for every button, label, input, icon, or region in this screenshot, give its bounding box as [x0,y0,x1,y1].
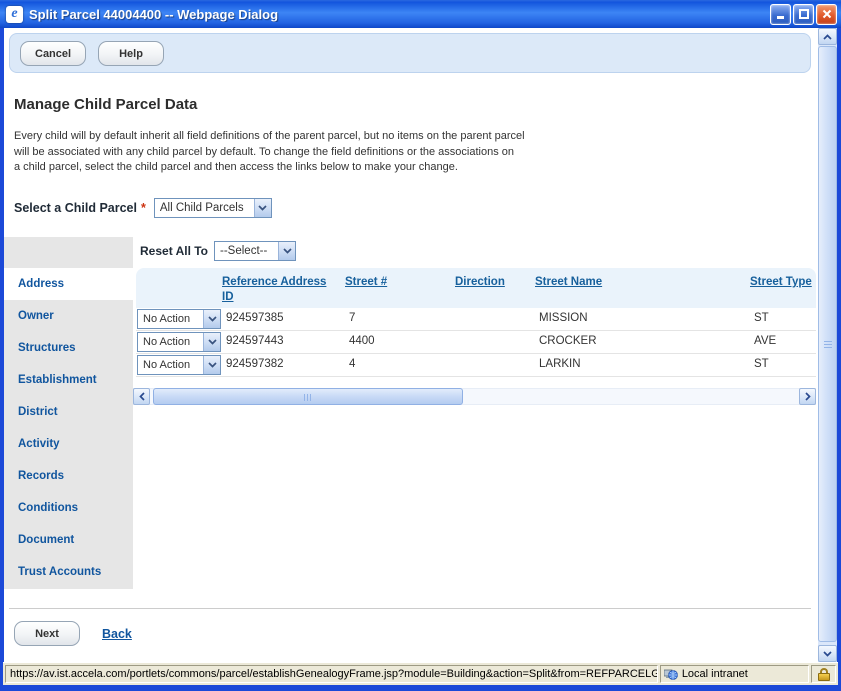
next-button[interactable]: Next [14,621,80,646]
sidebar-item-establishment[interactable]: Establishment [4,364,133,396]
scroll-thumb-grip [304,394,312,401]
description-line: a child parcel, select the child parcel … [14,160,614,176]
cell-street-type: ST [754,358,769,370]
cell-street-name: CROCKER [539,335,597,347]
scroll-up-button[interactable] [818,28,837,45]
table-row: No Action 924597443 4400 CROCKER AVE [136,331,816,354]
scroll-down-icon [823,651,832,657]
description-line: Every child will by default inherit all … [14,129,614,145]
sidebar-item-document[interactable]: Document [4,524,133,556]
close-icon [822,9,832,19]
maximize-button[interactable] [793,4,814,25]
scroll-up-icon [823,34,832,40]
minimize-icon [776,9,786,19]
cell-street-type: AVE [754,335,776,347]
scroll-thumb-grip [824,340,832,348]
sidebar-item-activity[interactable]: Activity [4,428,133,460]
scroll-left-icon [139,392,145,401]
help-button[interactable]: Help [98,41,164,66]
back-link[interactable]: Back [102,627,132,641]
column-header-street-number[interactable]: Street # [345,275,445,290]
vertical-scroll-thumb[interactable] [818,46,837,642]
cell-street-name: MISSION [539,312,588,324]
column-header-direction[interactable]: Direction [455,275,535,290]
scroll-left-button[interactable] [133,388,150,405]
address-table-header: Reference Address ID Street # Direction … [136,268,816,308]
internet-explorer-icon: e [6,6,23,23]
dropdown-arrow-icon [203,333,220,351]
cell-street-number: 7 [349,312,355,324]
dialog-content: Cancel Help Manage Child Parcel Data Eve… [4,28,818,662]
minimize-button[interactable] [770,4,791,25]
status-bar: https://av.ist.accela.com/portlets/commo… [3,662,838,685]
description-text: Every child will by default inherit all … [14,129,614,176]
dropdown-arrow-icon [254,199,271,217]
horizontal-scroll-thumb[interactable] [153,388,463,405]
required-marker: * [141,201,146,215]
scroll-down-button[interactable] [818,645,837,662]
table-row: No Action 924597385 7 MISSION ST [136,308,816,331]
reset-all-row: Reset All To --Select-- [140,241,296,261]
cancel-button[interactable]: Cancel [20,41,86,66]
page-title: Manage Child Parcel Data [14,96,197,113]
sidebar-item-address[interactable]: Address [4,268,133,300]
table-row: No Action 924597382 4 LARKIN ST [136,354,816,377]
table-horizontal-scrollbar[interactable] [133,388,816,405]
dialog-vertical-scrollbar[interactable] [818,28,837,662]
row-action-select[interactable]: No Action [137,355,221,375]
local-intranet-icon [664,668,678,681]
column-header-reference-address-id[interactable]: Reference Address ID [222,275,334,305]
cell-street-name: LARKIN [539,358,581,370]
sidebar-item-conditions[interactable]: Conditions [4,492,133,524]
status-zone-section: Local intranet [660,665,809,683]
dropdown-arrow-icon [203,356,220,374]
sidebar-item-district[interactable]: District [4,396,133,428]
scroll-right-icon [805,392,811,401]
cell-street-number: 4 [349,358,355,370]
status-url: https://av.ist.accela.com/portlets/commo… [10,668,658,680]
footer-divider [9,608,811,609]
toolbar-panel: Cancel Help [9,33,811,73]
row-action-select[interactable]: No Action [137,332,221,352]
cell-street-type: ST [754,312,769,324]
child-parcel-label: Select a Child Parcel [14,201,137,215]
column-header-street-name[interactable]: Street Name [535,275,735,290]
cell-reference-address-id: 924597443 [226,335,284,347]
child-parcel-select-row: Select a Child Parcel * All Child Parcel… [14,198,272,218]
column-header-street-type[interactable]: Street Type [750,275,816,290]
sidebar-item-owner[interactable]: Owner [4,300,133,332]
close-button[interactable] [816,4,837,25]
dropdown-arrow-icon [278,242,295,260]
title-bar: e Split Parcel 44004400 -- Webpage Dialo… [0,0,841,28]
reset-all-label: Reset All To [140,244,208,258]
window-controls [770,4,837,25]
sidebar: Address Owner Structures Establishment D… [4,237,133,589]
scroll-right-button[interactable] [799,388,816,405]
status-url-section: https://av.ist.accela.com/portlets/commo… [5,665,658,683]
child-parcel-select[interactable]: All Child Parcels [154,198,272,218]
status-lock-section [811,665,836,683]
cell-street-number: 4400 [349,335,375,347]
status-zone-label: Local intranet [682,668,748,680]
cell-reference-address-id: 924597382 [226,358,284,370]
cell-reference-address-id: 924597385 [226,312,284,324]
description-line: will be associated with any child parcel… [14,145,614,161]
dropdown-arrow-icon [203,310,220,328]
sidebar-item-records[interactable]: Records [4,460,133,492]
sidebar-item-trust-accounts[interactable]: Trust Accounts [4,556,133,588]
reset-all-select[interactable]: --Select-- [214,241,296,261]
maximize-icon [799,9,809,19]
window-title: Split Parcel 44004400 -- Webpage Dialog [29,7,770,22]
sidebar-item-structures[interactable]: Structures [4,332,133,364]
row-action-select[interactable]: No Action [137,309,221,329]
lock-icon [818,668,830,681]
